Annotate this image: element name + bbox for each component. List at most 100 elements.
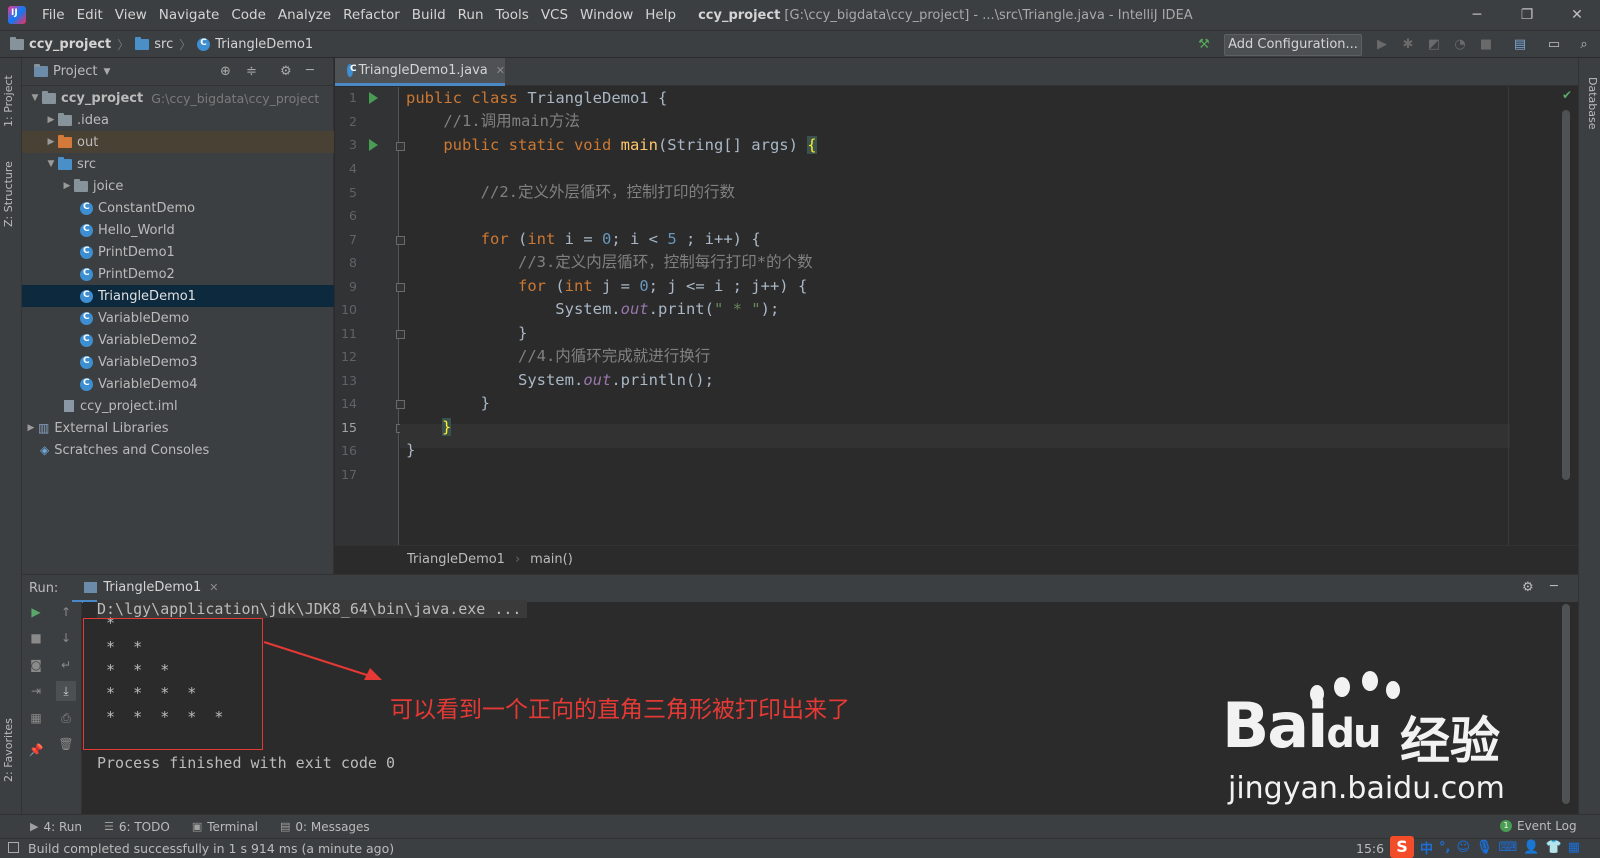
editor-scrollbar[interactable] [1562, 110, 1570, 480]
menu-edit[interactable]: Edit [71, 0, 109, 30]
print-icon[interactable]: ⎙ [56, 708, 76, 728]
expand-arrow-icon[interactable]: ▶ [44, 137, 58, 147]
menu-refactor[interactable]: Refactor [337, 0, 406, 30]
locate-icon[interactable]: ⊕ [220, 64, 231, 79]
restore-icon[interactable]: ❐ [1504, 0, 1550, 30]
tree-item-scratches[interactable]: ◈ Scratches and Consoles [22, 439, 334, 461]
run-settings-gear-icon[interactable]: ⚙ [1522, 580, 1534, 595]
menu-analyze[interactable]: Analyze [272, 0, 337, 30]
minimize-icon[interactable]: ─ [1454, 0, 1500, 30]
expand-arrow-icon[interactable]: ▼ [28, 93, 42, 103]
breadcrumb-class[interactable]: TriangleDemo1 [197, 37, 313, 52]
run-tab-triangledemo1[interactable]: TriangleDemo1 ✕ [72, 575, 231, 603]
expand-arrow-icon[interactable]: ▶ [44, 115, 58, 125]
tree-item-variabledemo4[interactable]: VariableDemo4 [22, 373, 334, 395]
tree-item-iml[interactable]: ccy_project.iml [22, 395, 334, 417]
bottom-tab-todo[interactable]: ☰ 6: TODO [104, 820, 170, 834]
presentation-icon[interactable]: ▭ [1544, 35, 1564, 55]
soft-wrap-icon[interactable]: ↵ [56, 655, 76, 675]
down-arrow-icon[interactable]: ↓ [56, 628, 76, 648]
database-tool-tab[interactable]: Database [1581, 68, 1599, 138]
collapse-all-icon[interactable]: ≑ [246, 64, 257, 79]
tree-item-out[interactable]: ▶ out [22, 131, 334, 153]
camera-dump-icon[interactable]: ◙ [26, 655, 46, 675]
inspection-ok-icon[interactable]: ✔ [1562, 88, 1572, 102]
menu-navigate[interactable]: Navigate [153, 0, 226, 30]
tree-item-printdemo2[interactable]: PrintDemo2 [22, 263, 334, 285]
project-tool-tab[interactable]: 1: Project [2, 66, 20, 136]
menu-help[interactable]: Help [639, 0, 682, 30]
tree-item-printdemo1[interactable]: PrintDemo1 [22, 241, 334, 263]
status-toggle-icon[interactable] [8, 842, 19, 853]
caret-position[interactable]: 15:6 [1356, 841, 1384, 856]
breadcrumb-project[interactable]: ccy_project [10, 36, 111, 52]
menu-vcs[interactable]: VCS [535, 0, 574, 30]
scroll-to-end-icon[interactable]: ⤓ [56, 681, 76, 701]
run-gutter-icon[interactable] [369, 92, 378, 104]
ime-lang-indicator[interactable]: 中 [1420, 838, 1433, 857]
stop-run-icon[interactable]: ■ [26, 628, 46, 648]
pin-icon[interactable]: 📌 [26, 740, 46, 760]
tree-item-variabledemo3[interactable]: VariableDemo3 [22, 351, 334, 373]
tree-item-external-libraries[interactable]: ▶ ▥ External Libraries [22, 417, 334, 439]
build-hammer-icon[interactable]: ⚒ [1194, 35, 1214, 55]
tree-item-idea[interactable]: ▶ .idea [22, 109, 334, 131]
menu-tools[interactable]: Tools [490, 0, 535, 30]
bottom-tab-run[interactable]: ▶ 4: Run [30, 820, 82, 834]
close-window-icon[interactable]: ✕ [1554, 0, 1600, 30]
run-icon[interactable]: ▶ [1372, 35, 1392, 55]
tree-item-hello-world[interactable]: Hello_World [22, 219, 334, 241]
punctuation-icon[interactable]: °, [1439, 840, 1450, 855]
menu-file[interactable]: File [36, 0, 71, 30]
layout-icon[interactable]: ▦ [26, 708, 46, 728]
coverage-icon[interactable]: ◩ [1424, 35, 1444, 55]
close-run-tab-icon[interactable]: ✕ [209, 581, 218, 594]
tree-item-variabledemo[interactable]: VariableDemo [22, 307, 334, 329]
project-view-selector[interactable]: Project [53, 64, 97, 79]
menu-run[interactable]: Run [452, 0, 490, 30]
tree-item-variabledemo2[interactable]: VariableDemo2 [22, 329, 334, 351]
tree-item-src[interactable]: ▼ src [22, 153, 334, 175]
hide-panel-icon[interactable]: ─ [306, 63, 314, 78]
debug-icon[interactable]: ✱ [1398, 35, 1418, 55]
gear-icon[interactable]: ⚙ [280, 64, 292, 79]
expand-arrow-icon[interactable]: ▶ [60, 181, 74, 191]
expand-arrow-icon[interactable]: ▼ [44, 159, 58, 169]
crumb-method[interactable]: main() [530, 552, 573, 567]
user-icon[interactable]: 👤 [1523, 840, 1539, 855]
microphone-icon[interactable]: 🎙 [1476, 840, 1493, 855]
close-tab-icon[interactable]: ✕ [496, 64, 505, 77]
grid-menu-icon[interactable]: ▦ [1568, 840, 1580, 855]
bottom-tab-messages[interactable]: ▤ 0: Messages [280, 820, 370, 834]
menu-window[interactable]: Window [574, 0, 639, 30]
chevron-down-icon[interactable]: ▼ [103, 67, 110, 77]
bottom-tab-terminal[interactable]: ▣ Terminal [192, 820, 258, 834]
console-scrollbar[interactable] [1562, 604, 1570, 804]
trash-icon[interactable]: 🗑 [56, 734, 76, 754]
crumb-class[interactable]: TriangleDemo1 [407, 552, 505, 567]
run-gutter-icon[interactable] [369, 139, 378, 151]
breadcrumb-src[interactable]: src [135, 36, 173, 52]
keyboard-icon[interactable]: ⌨ [1499, 840, 1518, 855]
sogou-ime-icon[interactable]: S [1390, 836, 1414, 858]
up-arrow-icon[interactable]: ↑ [56, 602, 76, 622]
expand-arrow-icon[interactable]: ▶ [24, 423, 38, 433]
skin-icon[interactable]: 👕 [1546, 840, 1562, 855]
menu-build[interactable]: Build [406, 0, 452, 30]
emoji-icon[interactable]: ☺ [1456, 840, 1470, 855]
tree-item-joice[interactable]: ▶ joice [22, 175, 334, 197]
menu-code[interactable]: Code [225, 0, 272, 30]
structure-tool-tab[interactable]: Z: Structure [2, 154, 20, 234]
search-icon[interactable]: ⌕ [1574, 35, 1594, 55]
favorites-tool-tab[interactable]: 2: Favorites [2, 708, 20, 792]
editor-tab-triangledemo1[interactable]: TriangleDemo1.java ✕ [335, 58, 505, 86]
rerun-icon[interactable]: ▶ [26, 602, 46, 622]
hide-run-panel-icon[interactable]: ─ [1550, 579, 1558, 594]
tree-item-triangledemo1[interactable]: TriangleDemo1 [22, 285, 334, 307]
tree-root-project[interactable]: ▼ ccy_project G:\ccy_bigdata\ccy_project [22, 87, 334, 109]
project-structure-icon[interactable]: ▤ [1510, 35, 1530, 55]
restore-layout-icon[interactable]: ⇥ [26, 681, 46, 701]
add-configuration-button[interactable]: Add Configuration... [1224, 34, 1362, 56]
event-log-button[interactable]: 1 Event Log [1500, 819, 1577, 833]
tree-item-constantdemo[interactable]: ConstantDemo [22, 197, 334, 219]
